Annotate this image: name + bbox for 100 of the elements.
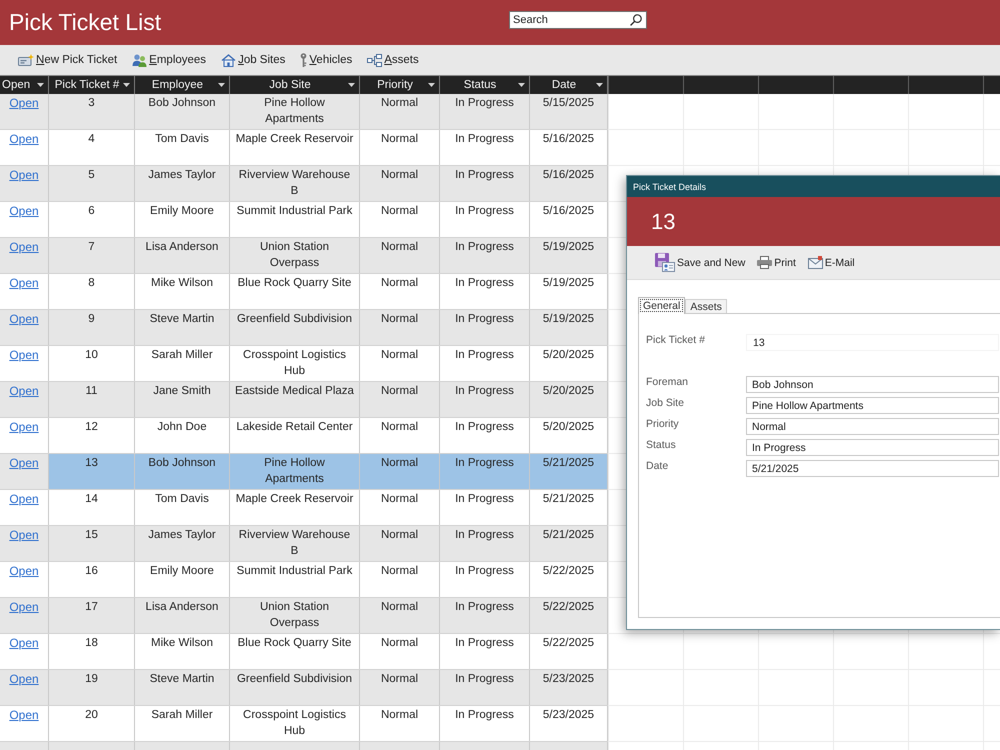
table-cell: In Progress bbox=[440, 562, 530, 597]
column-header[interactable]: Open bbox=[0, 76, 49, 94]
table-cell: Bob Johnson bbox=[135, 454, 230, 489]
table-cell: Bob Johnson bbox=[135, 94, 230, 129]
open-link[interactable]: Open bbox=[9, 492, 39, 506]
table-cell: 3 bbox=[49, 94, 135, 129]
table-cell: 5/21/2025 bbox=[530, 490, 608, 525]
table-cell: 5/23/2025 bbox=[530, 706, 608, 741]
open-link[interactable]: Open bbox=[9, 240, 39, 254]
table-cell: 8 bbox=[49, 274, 135, 309]
vehicles-button[interactable]: Vehicles bbox=[299, 51, 354, 69]
table-cell: 5/23/2025 bbox=[530, 670, 608, 705]
table-cell: 9 bbox=[49, 310, 135, 345]
dialog-title: Pick Ticket Details bbox=[633, 182, 706, 192]
open-link[interactable]: Open bbox=[9, 456, 39, 470]
table-cell: James Taylor bbox=[135, 526, 230, 561]
table-cell: Steve Martin bbox=[135, 670, 230, 705]
new-ticket-button[interactable]: New Pick Ticket bbox=[17, 52, 118, 68]
table-cell: In Progress bbox=[440, 418, 530, 453]
table-cell: Union Station Overpass bbox=[230, 598, 360, 633]
open-link[interactable]: Open bbox=[9, 312, 39, 326]
house-icon bbox=[221, 54, 236, 66]
caret-icon[interactable] bbox=[348, 83, 355, 87]
field-label: Job Site bbox=[646, 397, 684, 410]
assets-button[interactable]: Assets bbox=[366, 52, 420, 68]
table-cell: Riverview Warehouse B bbox=[230, 526, 360, 561]
search-icon[interactable] bbox=[630, 14, 642, 26]
table-cell: Lisa Anderson bbox=[135, 598, 230, 633]
table-cell: Crosspoint Logistics Hub bbox=[230, 706, 360, 741]
field-label: Pick Ticket # bbox=[646, 334, 705, 347]
tab[interactable]: General bbox=[638, 297, 686, 314]
table-cell: 5/19/2025 bbox=[530, 238, 608, 273]
table-cell: Summit Industrial Park bbox=[230, 562, 360, 597]
table-cell: Tom Davis bbox=[135, 490, 230, 525]
table-cell: In Progress bbox=[440, 706, 530, 741]
open-link[interactable]: Open bbox=[9, 348, 39, 362]
table-cell: 18 bbox=[49, 634, 135, 669]
table-cell: 5/19/2025 bbox=[530, 310, 608, 345]
table-cell: Mike Wilson bbox=[135, 274, 230, 309]
caret-icon[interactable] bbox=[596, 83, 603, 87]
table-cell: In Progress bbox=[440, 130, 530, 165]
field-label: Foreman bbox=[646, 376, 688, 389]
table-cell: Jane Smith bbox=[135, 382, 230, 417]
table-cell: In Progress bbox=[440, 634, 530, 669]
table-cell: Mike Wilson bbox=[135, 634, 230, 669]
caret-icon[interactable] bbox=[123, 83, 130, 87]
open-link[interactable]: Open bbox=[9, 672, 39, 686]
text-field[interactable]: Normal bbox=[746, 418, 999, 435]
field-label: Status bbox=[646, 439, 676, 452]
table-cell: Emily Moore bbox=[135, 562, 230, 597]
print-button[interactable]: Print bbox=[756, 254, 797, 271]
open-link[interactable]: Open bbox=[9, 528, 39, 542]
table-cell: Normal bbox=[360, 562, 440, 597]
table-cell: In Progress bbox=[440, 670, 530, 705]
table-cell: In Progress bbox=[440, 526, 530, 561]
table-cell: Riverview Warehouse B bbox=[230, 166, 360, 201]
text-field[interactable]: Bob Johnson bbox=[746, 376, 999, 393]
open-link[interactable]: Open bbox=[9, 564, 39, 578]
table-cell: Greenfield Subdivision bbox=[230, 670, 360, 705]
table-cell: In Progress bbox=[440, 238, 530, 273]
table-cell: Lakeside Retail Center bbox=[230, 418, 360, 453]
employees-button[interactable]: Employees bbox=[131, 52, 208, 68]
table-cell: Emily Moore bbox=[135, 202, 230, 237]
table-cell: Pine Hollow Apartments bbox=[230, 454, 360, 489]
table-cell: Normal bbox=[360, 238, 440, 273]
caret-icon[interactable] bbox=[518, 83, 525, 87]
search-field[interactable]: Search bbox=[509, 11, 647, 29]
table-cell: 5/22/2025 bbox=[530, 598, 608, 633]
table-cell: James Taylor bbox=[135, 166, 230, 201]
job-sites-button[interactable]: Job Sites bbox=[220, 52, 286, 68]
caret-icon[interactable] bbox=[428, 83, 435, 87]
open-link[interactable]: Open bbox=[9, 708, 39, 722]
tab[interactable]: Assets bbox=[685, 299, 727, 314]
open-link[interactable]: Open bbox=[9, 204, 39, 218]
open-link[interactable]: Open bbox=[9, 132, 39, 146]
open-link[interactable]: Open bbox=[9, 420, 39, 434]
table-cell: Normal bbox=[360, 202, 440, 237]
open-link[interactable]: Open bbox=[9, 600, 39, 614]
table-cell: Sarah Miller bbox=[135, 346, 230, 381]
text-field[interactable]: Pine Hollow Apartments bbox=[746, 397, 999, 414]
open-link[interactable]: Open bbox=[9, 168, 39, 182]
save-and-new-button[interactable]: Save and New bbox=[654, 251, 746, 274]
printer-icon bbox=[757, 256, 772, 269]
text-field[interactable]: 5/21/2025 bbox=[746, 460, 999, 477]
open-link[interactable]: Open bbox=[9, 384, 39, 398]
text-field[interactable]: In Progress bbox=[746, 439, 999, 456]
caret-icon[interactable] bbox=[218, 83, 225, 87]
table-cell: In Progress bbox=[440, 382, 530, 417]
table-cell: 5/20/2025 bbox=[530, 418, 608, 453]
table-cell: Summit Industrial Park bbox=[230, 202, 360, 237]
table-cell: 5/16/2025 bbox=[530, 202, 608, 237]
caret-icon[interactable] bbox=[37, 83, 44, 87]
table-cell: In Progress bbox=[440, 202, 530, 237]
open-link[interactable]: Open bbox=[9, 636, 39, 650]
email-button[interactable]: E-Mail bbox=[806, 254, 856, 271]
column-header[interactable]: Date bbox=[530, 76, 608, 94]
table-cell: In Progress bbox=[440, 454, 530, 489]
open-link[interactable]: Open bbox=[9, 96, 39, 110]
column-header[interactable]: Job Site bbox=[230, 76, 360, 94]
open-link[interactable]: Open bbox=[9, 276, 39, 290]
